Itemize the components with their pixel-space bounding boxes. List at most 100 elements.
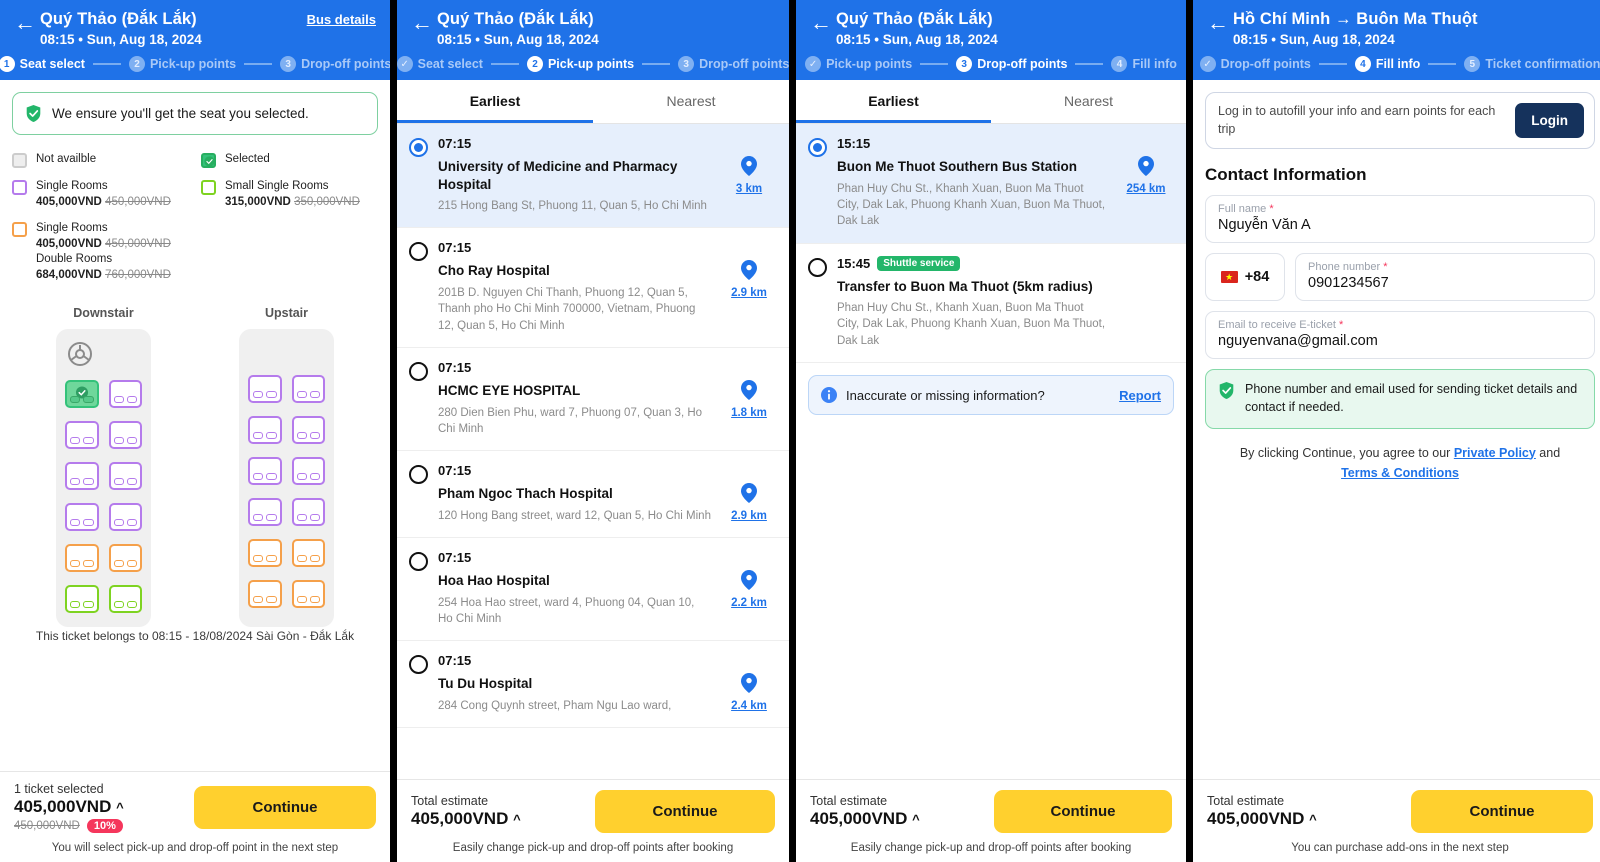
- step-dropoff-points[interactable]: 3 Drop-off points: [280, 56, 390, 72]
- distance-indicator[interactable]: 2.4 km: [721, 653, 777, 714]
- step-dropoff-points[interactable]: 3 Drop-off points: [956, 56, 1067, 72]
- step-pickup-points[interactable]: 2 Pick-up points: [526, 56, 634, 72]
- tab-nearest[interactable]: Nearest: [991, 80, 1186, 123]
- continue-button[interactable]: Continue: [194, 786, 376, 829]
- continue-button[interactable]: Continue: [1411, 790, 1593, 833]
- private-policy-link[interactable]: Private Policy: [1454, 446, 1536, 460]
- radio-button[interactable]: [409, 655, 428, 675]
- seat[interactable]: [291, 416, 325, 445]
- seat[interactable]: [248, 580, 282, 609]
- seat[interactable]: [248, 457, 282, 486]
- step-seat-select[interactable]: 1 Seat select: [0, 56, 85, 72]
- step-divider: [920, 63, 949, 65]
- distance-indicator[interactable]: 3 km: [721, 136, 777, 214]
- list-item[interactable]: 07:15 Tu Du Hospital 284 Cong Quynh stre…: [397, 641, 789, 729]
- radio-button[interactable]: [409, 138, 428, 157]
- continue-button[interactable]: Continue: [994, 790, 1172, 833]
- seat[interactable]: [108, 462, 142, 491]
- seat[interactable]: [248, 416, 282, 445]
- step-dropoff-points[interactable]: ✓ Drop-off points: [1199, 56, 1311, 72]
- phone-row: +84 Phone number * 0901234567: [1205, 253, 1595, 301]
- continue-button[interactable]: Continue: [595, 790, 775, 833]
- seat[interactable]: [248, 498, 282, 527]
- point-address: 201B D. Nguyen Chi Thanh, Phuong 12, Qua…: [438, 286, 696, 332]
- legend-item-selected: Selected: [201, 152, 378, 168]
- seat-selected[interactable]: [65, 380, 99, 409]
- seat[interactable]: [291, 498, 325, 527]
- seat[interactable]: [65, 421, 99, 450]
- step-seat-select[interactable]: ✓ Seat select: [397, 56, 483, 72]
- distance-indicator[interactable]: 1.8 km: [721, 360, 777, 437]
- seat[interactable]: [108, 585, 142, 614]
- radio-button[interactable]: [409, 465, 428, 485]
- list-item[interactable]: 07:15 Cho Ray Hospital 201B D. Nguyen Ch…: [397, 228, 789, 348]
- legend-label: Selected: [225, 153, 270, 165]
- list-item[interactable]: 07:15 Pham Ngoc Thach Hospital 120 Hong …: [397, 451, 789, 539]
- page-title: Hồ Chí Minh → Buôn Ma Thuột: [1233, 10, 1478, 28]
- step-fill-info[interactable]: 4 Fill info: [1354, 56, 1420, 72]
- point-address: 280 Dien Bien Phu, ward 7, Phuong 07, Qu…: [438, 406, 703, 435]
- seat[interactable]: [248, 539, 282, 568]
- required-marker: *: [1269, 203, 1274, 215]
- list-item[interactable]: 07:15 Hoa Hao Hospital 254 Hoa Hao stree…: [397, 538, 789, 642]
- distance-indicator[interactable]: 2.9 km: [721, 463, 777, 524]
- list-item[interactable]: 07:15 HCMC EYE HOSPITAL 280 Dien Bien Ph…: [397, 348, 789, 452]
- distance-indicator[interactable]: 2.9 km: [721, 240, 777, 334]
- panel-pickup-points: ← Quý Thảo (Đắk Lắk) 08:15 • Sun, Aug 18…: [397, 0, 789, 862]
- step-ticket-confirmation[interactable]: 5 Ticket confirmation: [1464, 56, 1600, 72]
- phone-number-field[interactable]: Phone number * 0901234567: [1295, 253, 1595, 301]
- step-dropoff-points[interactable]: 3 Drop-off points: [678, 56, 789, 72]
- seat[interactable]: [65, 462, 99, 491]
- seat[interactable]: [248, 375, 282, 404]
- terms-conditions-link[interactable]: Terms & Conditions: [1341, 466, 1459, 480]
- distance-indicator[interactable]: 2.2 km: [721, 550, 777, 627]
- step-progress: 1 Seat select 2 Pick-up points 3 Drop-of…: [0, 56, 390, 72]
- chevron-up-icon[interactable]: ^: [912, 812, 920, 827]
- step-fill-info[interactable]: 4 Fill info: [1111, 56, 1177, 72]
- full-name-field[interactable]: Full name * Nguyễn Văn A: [1205, 195, 1595, 243]
- back-arrow-icon[interactable]: ←: [810, 10, 836, 34]
- step-number: ✓: [805, 56, 822, 72]
- tab-earliest[interactable]: Earliest: [397, 80, 593, 123]
- list-item[interactable]: 15:45 Shuttle service Transfer to Buon M…: [796, 244, 1186, 364]
- radio-button[interactable]: [409, 552, 428, 572]
- step-label: Pick-up points: [826, 57, 913, 71]
- list-item[interactable]: 07:15 University of Medicine and Pharmac…: [397, 124, 789, 229]
- radio-button[interactable]: [409, 242, 428, 262]
- country-code-select[interactable]: +84: [1205, 253, 1285, 301]
- seat[interactable]: [65, 503, 99, 532]
- radio-button[interactable]: [808, 257, 827, 277]
- chevron-up-icon[interactable]: ^: [513, 812, 521, 827]
- back-arrow-icon[interactable]: ←: [411, 10, 437, 34]
- seat[interactable]: [291, 457, 325, 486]
- login-button[interactable]: Login: [1515, 103, 1584, 138]
- seat[interactable]: [108, 544, 142, 573]
- step-number: 3: [956, 56, 973, 72]
- radio-button[interactable]: [808, 138, 827, 157]
- report-link[interactable]: Report: [1119, 388, 1161, 403]
- step-pickup-points[interactable]: ✓ Pick-up points: [805, 56, 912, 72]
- seat[interactable]: [65, 544, 99, 573]
- back-arrow-icon[interactable]: ←: [14, 10, 40, 34]
- seat[interactable]: [108, 421, 142, 450]
- distance-indicator[interactable]: 254 km: [1118, 136, 1174, 230]
- radio-button[interactable]: [409, 361, 428, 381]
- tab-nearest[interactable]: Nearest: [593, 80, 789, 123]
- chevron-up-icon[interactable]: ^: [1309, 812, 1317, 827]
- email-field[interactable]: Email to receive E-ticket * nguyenvana@g…: [1205, 311, 1595, 359]
- contact-usage-notice: Phone number and email used for sending …: [1205, 369, 1595, 429]
- panel1-header: ← Quý Thảo (Đắk Lắk) 08:15 • Sun, Aug 18…: [0, 0, 390, 80]
- tab-earliest[interactable]: Earliest: [796, 80, 991, 123]
- back-arrow-icon[interactable]: ←: [1207, 10, 1233, 34]
- step-pickup-points[interactable]: 2 Pick-up points: [128, 56, 236, 72]
- list-item[interactable]: 15:15 Buon Me Thuot Southern Bus Station…: [796, 124, 1186, 244]
- seat[interactable]: [108, 503, 142, 532]
- seat[interactable]: [65, 585, 99, 614]
- chevron-up-icon[interactable]: ^: [116, 800, 124, 815]
- bus-details-link[interactable]: Bus details: [307, 10, 376, 27]
- seat[interactable]: [291, 375, 325, 404]
- seat[interactable]: [291, 539, 325, 568]
- screenshot-stage: ← Quý Thảo (Đắk Lắk) 08:15 • Sun, Aug 18…: [0, 0, 1600, 862]
- seat[interactable]: [291, 580, 325, 609]
- seat[interactable]: [108, 380, 142, 409]
